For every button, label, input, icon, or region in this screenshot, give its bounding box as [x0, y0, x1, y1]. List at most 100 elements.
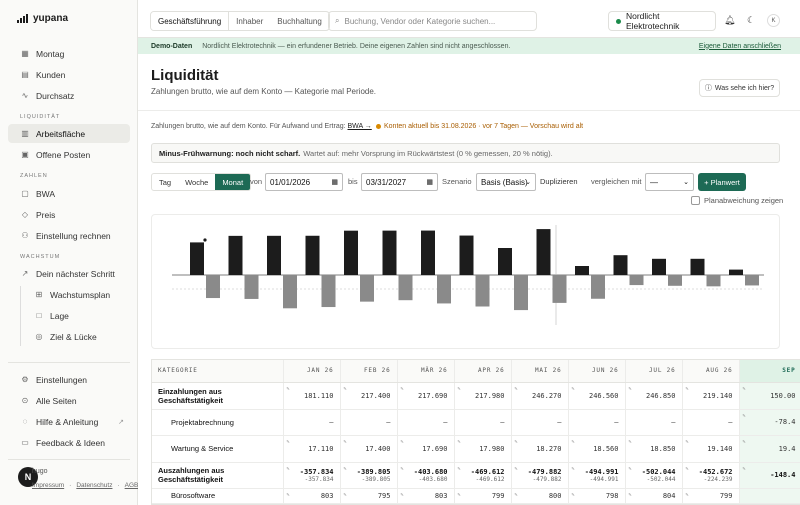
value-cell[interactable]: ✎ 804	[625, 488, 683, 504]
value-cell[interactable]: ✎ 803	[397, 488, 455, 504]
nav-kunden[interactable]: ▤ Kunden	[8, 65, 130, 84]
company-switcher[interactable]: Nordlicht Elektrotechnik	[608, 11, 716, 31]
value-cell[interactable]: ✎ -479.882 -479.882	[511, 462, 569, 489]
granularity-monat[interactable]: Monat	[215, 174, 251, 190]
value-cell[interactable]: —	[340, 409, 398, 436]
granularity-tag[interactable]: Tag	[152, 174, 178, 190]
link-impressum[interactable]: Impressum	[32, 482, 64, 489]
nav-ziel-luecke[interactable]: ◎ Ziel & Lücke	[22, 327, 130, 346]
value-cell[interactable]: ✎ 19.4	[739, 435, 800, 463]
checkbox[interactable]	[691, 196, 700, 205]
moon-icon[interactable]: ☾	[747, 15, 755, 26]
value-cell[interactable]: ✎ 18.270	[511, 435, 569, 463]
nav-einstellungen[interactable]: ⚙ Einstellungen	[8, 370, 130, 389]
tab-inhaber[interactable]: Inhaber	[229, 12, 270, 30]
category-cell[interactable]: Einzahlungen aus Geschäftstätigkeit	[152, 382, 284, 410]
nav-lage[interactable]: □ Lage	[22, 306, 130, 325]
value-cell[interactable]: ✎ 798	[568, 488, 626, 504]
tab-geschaeftsfuehrung[interactable]: Geschäftsführung	[151, 12, 230, 30]
value-cell[interactable]: —	[625, 409, 683, 436]
granularity-woche[interactable]: Woche	[178, 174, 215, 190]
value-cell[interactable]: ✎ -469.612 -469.612	[454, 462, 512, 489]
category-cell[interactable]: Auszahlungen aus Geschäftstätigkeit	[152, 462, 284, 489]
nav-wachstumsplan[interactable]: ⊞ Wachstumsplan	[22, 285, 130, 304]
tab-buchhaltung[interactable]: Buchhaltung	[270, 12, 328, 30]
value-cell[interactable]: ✎ 219.140	[682, 382, 740, 410]
value-cell[interactable]: ✎ 799	[454, 488, 512, 504]
value-cell[interactable]: ✎ 19.140	[682, 435, 740, 463]
connect-data-link[interactable]: Eigene Daten anschließen	[699, 43, 781, 50]
value-cell[interactable]: ✎ 217.980	[454, 382, 512, 410]
category-cell[interactable]: Projektabrechnung	[152, 409, 284, 436]
value-cell[interactable]: ✎ -452.672 -224.239	[682, 462, 740, 489]
value-cell[interactable]: ✎ 246.560	[568, 382, 626, 410]
value-cell[interactable]: ✎ -502.044 -502.044	[625, 462, 683, 489]
value-cell[interactable]: ✎ 217.690	[397, 382, 455, 410]
to-date-input[interactable]: 03/31/2027 ▦	[361, 173, 438, 191]
value-cell[interactable]: —	[511, 409, 569, 436]
cell-value: 17.110	[308, 444, 334, 453]
help-button[interactable]: ⓘ Was sehe ich hier?	[699, 79, 780, 97]
value-cell[interactable]: ✎ -403.680 -403.680	[397, 462, 455, 489]
header-month: JUL 26	[625, 360, 683, 383]
value-cell[interactable]: ✎ 17.400	[340, 435, 398, 463]
compare-select[interactable]: — ⌄	[645, 173, 694, 191]
value-cell[interactable]: ✎ 18.850	[625, 435, 683, 463]
value-cell[interactable]: ✎ 795	[340, 488, 398, 504]
nav-durchsatz[interactable]: ∿ Durchsatz	[8, 86, 130, 105]
divider	[138, 110, 800, 111]
value-cell[interactable]: ✎ 17.690	[397, 435, 455, 463]
value-cell[interactable]: ✎ 17.110	[283, 435, 341, 463]
value-cell[interactable]: ✎ -78.4	[739, 409, 800, 436]
nav-arbeitsflaeche[interactable]: ▥ Arbeitsfläche	[8, 124, 130, 143]
nav-naechster-schritt[interactable]: ↗ Dein nächster Schritt	[8, 264, 130, 283]
nav-bwa[interactable]: ▢ BWA	[8, 184, 130, 203]
value-cell[interactable]: —	[682, 409, 740, 436]
category-cell[interactable]: Wartung & Service	[152, 435, 284, 463]
bwa-link[interactable]: BWA →	[348, 123, 372, 130]
header-kategorie: KATEGORIE	[152, 360, 284, 383]
value-cell[interactable]	[739, 488, 800, 504]
add-plan-button[interactable]: + Planwert	[698, 173, 746, 191]
value-cell[interactable]: —	[283, 409, 341, 436]
nav-offene-posten[interactable]: ▣ Offene Posten	[8, 145, 130, 164]
value-cell[interactable]: ✎ -357.834 -357.834	[283, 462, 341, 489]
nav-montag[interactable]: ▦ Montag	[8, 44, 130, 63]
value-cell[interactable]: ✎ 803	[283, 488, 341, 504]
nav-feedback[interactable]: ▭ Feedback & Ideen	[8, 433, 130, 452]
value-cell[interactable]: ✎ 246.270	[511, 382, 569, 410]
value-cell[interactable]: ✎ 800	[511, 488, 569, 504]
value-cell[interactable]: —	[568, 409, 626, 436]
bell-icon[interactable]: 🔔︎	[724, 15, 735, 26]
duplicate-button[interactable]: Duplizieren	[540, 177, 578, 186]
bar-inflow	[305, 235, 320, 275]
value-cell[interactable]: ✎ 799	[682, 488, 740, 504]
value-cell[interactable]: ✎ -494.991 -494.991	[568, 462, 626, 489]
value-cell[interactable]: —	[454, 409, 512, 436]
nav-label: Kunden	[36, 69, 66, 80]
value-cell[interactable]: —	[397, 409, 455, 436]
feedback-icon: ▭	[21, 438, 29, 447]
scenario-select[interactable]: Basis (Basis) ⌄	[476, 173, 536, 191]
value-cell[interactable]: ✎ 17.980	[454, 435, 512, 463]
value-cell[interactable]: ✎ 150.00	[739, 382, 800, 410]
account-avatar[interactable]: K	[767, 14, 780, 27]
plan-deviation-toggle[interactable]: Planabweichung zeigen	[691, 196, 783, 205]
category-cell[interactable]: Bürosoftware	[152, 488, 284, 504]
link-agb[interactable]: AGB	[125, 482, 139, 489]
from-date-input[interactable]: 01/01/2026 ▦	[265, 173, 343, 191]
value-cell[interactable]: ✎ 181.110	[283, 382, 341, 410]
nav-preis[interactable]: ◇ Preis	[8, 205, 130, 224]
link-datenschutz[interactable]: Datenschutz	[76, 482, 112, 489]
value-cell[interactable]: ✎ 217.400	[340, 382, 398, 410]
value-cell[interactable]: ✎ 246.850	[625, 382, 683, 410]
nav-alle-seiten[interactable]: ⊙ Alle Seiten	[8, 391, 130, 410]
app-logo[interactable]: yupana	[17, 13, 68, 24]
nav-einstellung-rechnen[interactable]: ⚇ Einstellung rechnen	[8, 226, 130, 245]
calendar-icon: ▦	[21, 49, 29, 58]
value-cell[interactable]: ✎ -148.4	[739, 462, 800, 489]
value-cell[interactable]: ✎ -389.805 -389.805	[340, 462, 398, 489]
search-input[interactable]: ⌕ Buchung, Vendor oder Kategorie suchen.…	[328, 11, 537, 31]
value-cell[interactable]: ✎ 18.560	[568, 435, 626, 463]
nav-hilfe[interactable]: ◌ Hilfe & Anleitung ↗	[8, 412, 130, 431]
